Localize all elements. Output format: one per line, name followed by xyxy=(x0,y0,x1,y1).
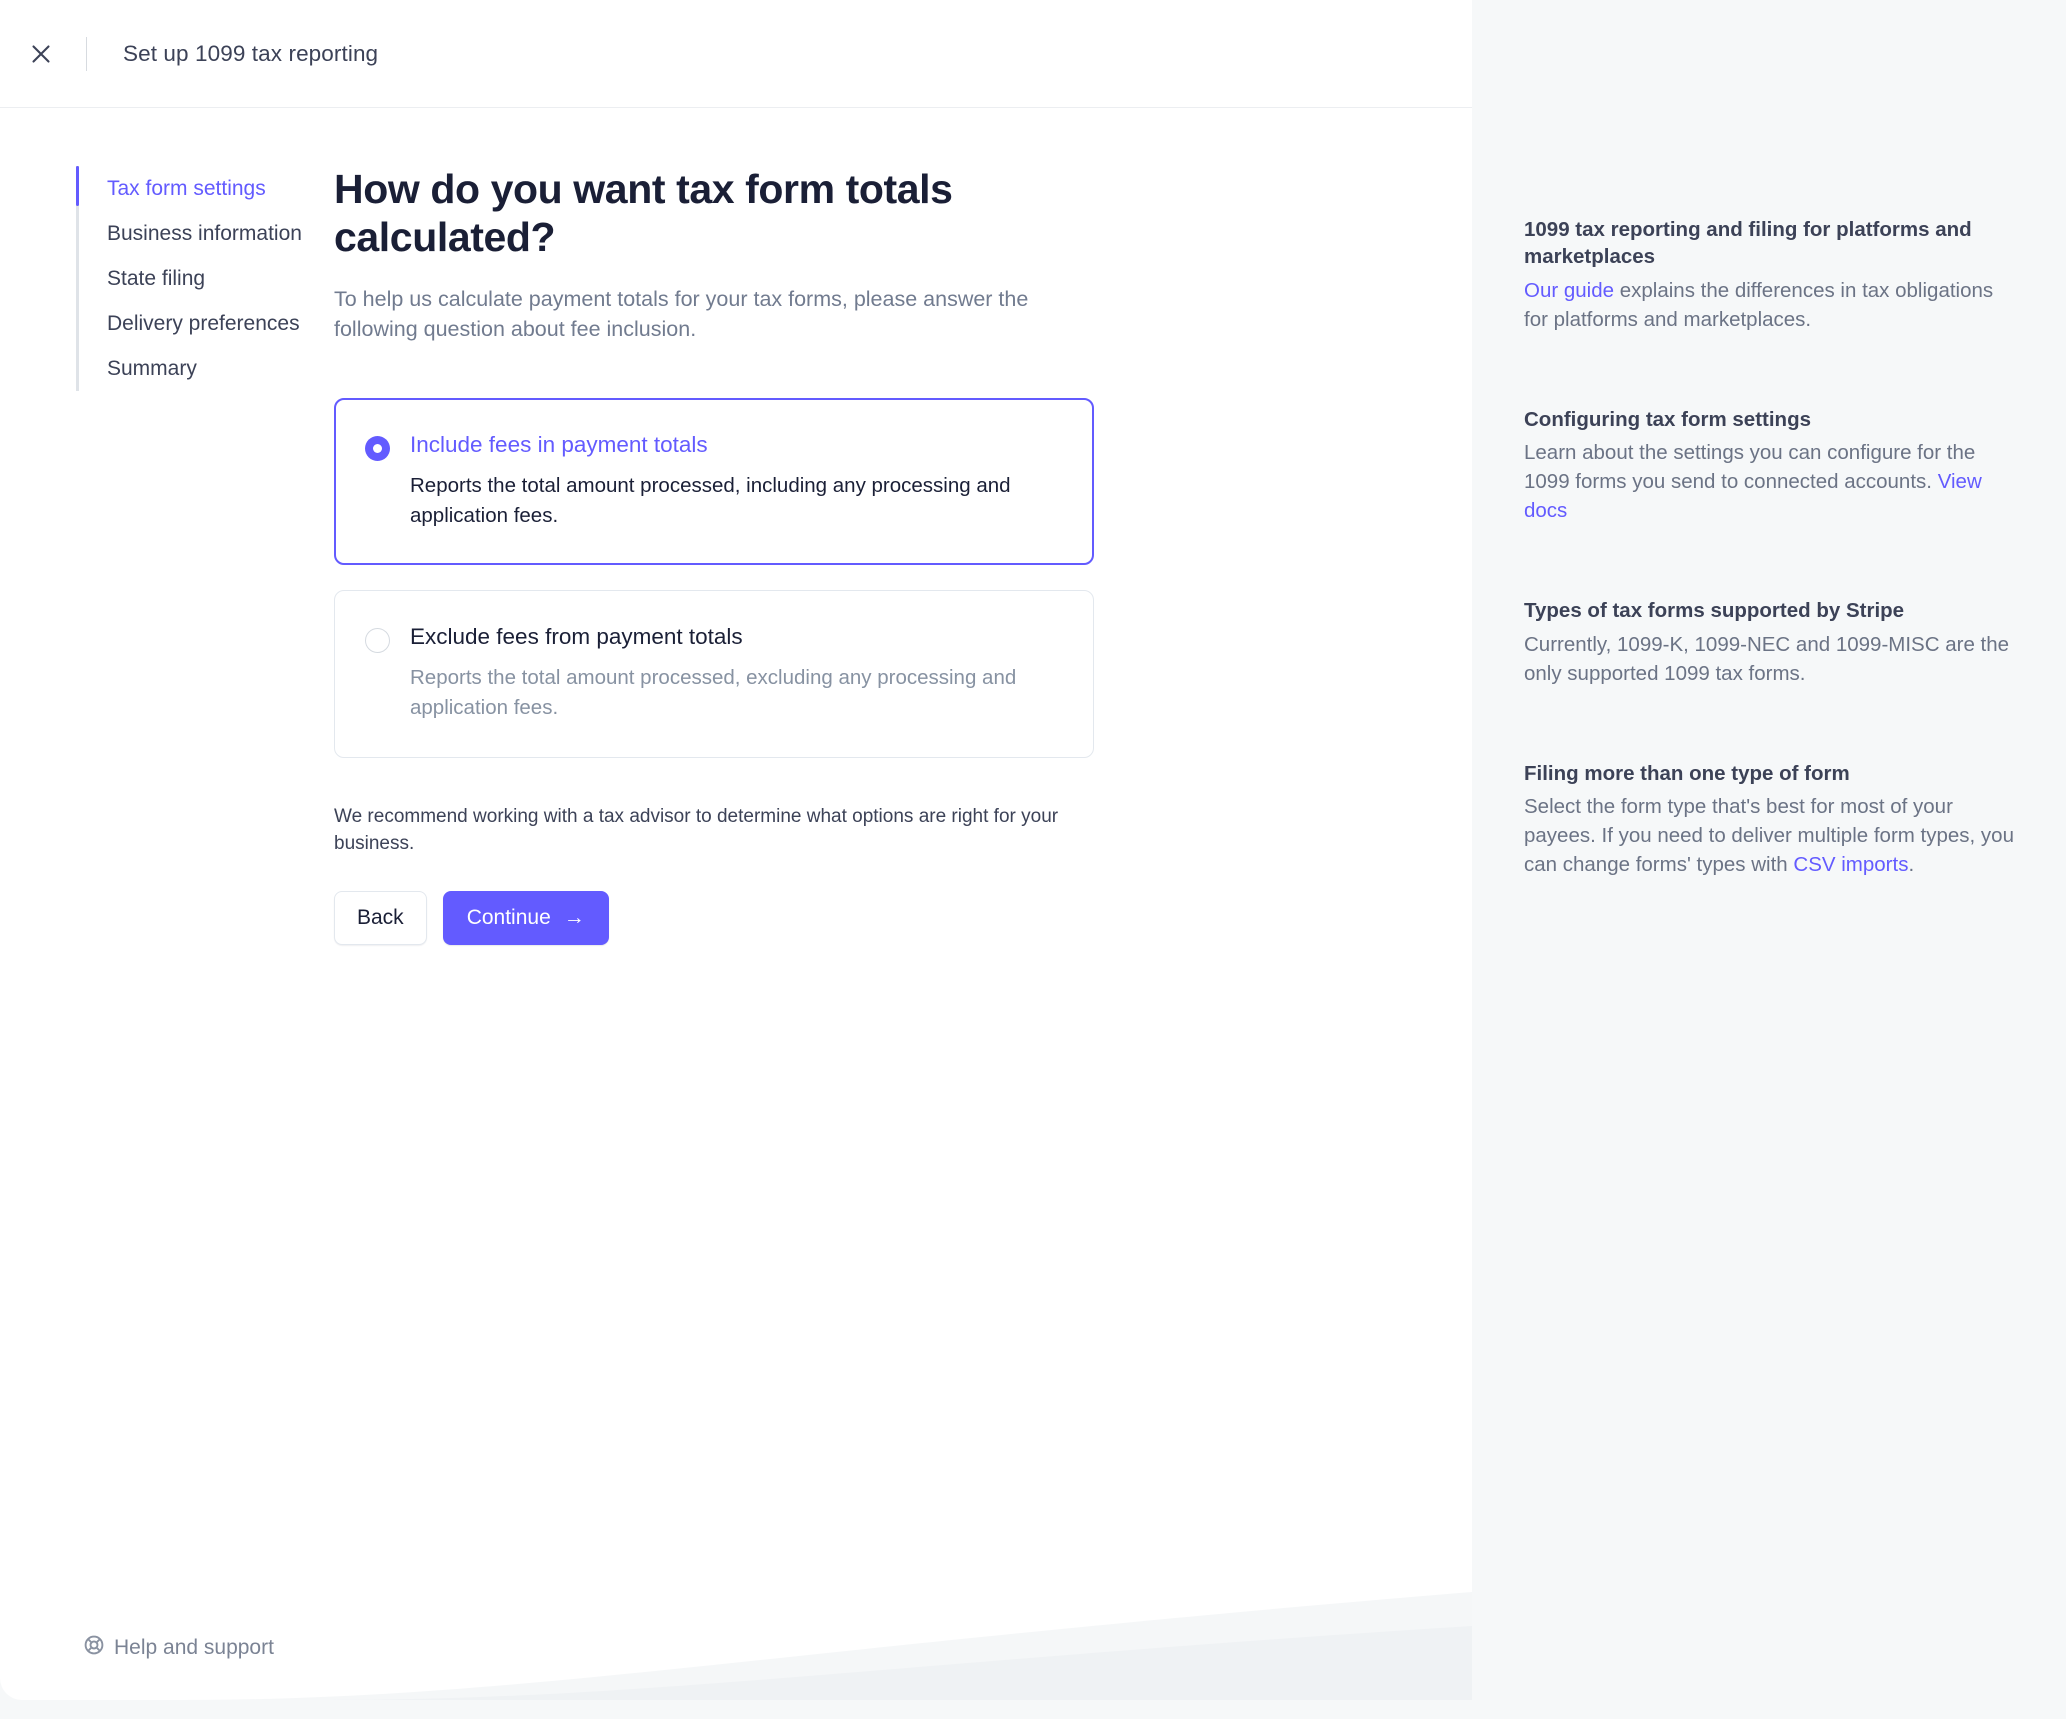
help-section-body-text-tail: . xyxy=(1908,853,1915,877)
help-section-tax-reporting: 1099 tax reporting and filing for platfo… xyxy=(1524,216,2014,334)
radio-include-fees[interactable] xyxy=(365,435,390,461)
app-root: 1099 tax reporting and filing for platfo… xyxy=(0,0,2066,1719)
header-divider xyxy=(86,36,87,71)
option-description: Reports the total amount processed, incl… xyxy=(410,473,1011,527)
help-section-heading: Configuring tax form settings xyxy=(1524,407,1811,431)
help-section-body-text: Learn about the settings you can configu… xyxy=(1524,440,1976,494)
modal-header: Set up 1099 tax reporting xyxy=(0,0,1472,108)
modal-panel: Set up 1099 tax reporting Tax form setti… xyxy=(0,0,1472,1700)
option-label: Exclude fees from payment totals xyxy=(410,624,743,650)
question-heading: How do you want tax form totals calculat… xyxy=(334,166,953,260)
step-list: Tax form settings Business information S… xyxy=(76,166,330,391)
sidebar-item-summary[interactable]: Summary xyxy=(107,346,330,391)
our-guide-link[interactable]: Our guide xyxy=(1524,279,1614,302)
sidebar-item-delivery-preferences[interactable]: Delivery preferences xyxy=(107,301,330,346)
help-section-body: Currently, 1099-K, 1099-NEC and 1099-MIS… xyxy=(1524,632,2010,685)
help-section-heading: Types of tax forms supported by Stripe xyxy=(1524,599,1905,623)
tax-advisor-note: We recommend working with a tax advisor … xyxy=(334,805,1059,854)
help-and-support-label: Help and support xyxy=(114,1635,274,1659)
continue-button-label: Continue xyxy=(466,905,551,929)
option-texts: Include fees in payment totals Reports t… xyxy=(410,431,1063,530)
sidebar-item-state-filing[interactable]: State filing xyxy=(107,256,330,301)
page-title: Set up 1099 tax reporting xyxy=(123,40,379,66)
continue-button[interactable]: Continue → xyxy=(442,890,609,945)
option-include-fees[interactable]: Include fees in payment totals Reports t… xyxy=(334,397,1094,566)
close-icon[interactable] xyxy=(24,37,58,71)
arrow-right-icon: → xyxy=(563,906,585,930)
help-section-heading: 1099 tax reporting and filing for platfo… xyxy=(1524,218,1972,269)
help-section-configuring-settings: Configuring tax form settings Learn abou… xyxy=(1524,406,2014,526)
option-row: Exclude fees from payment totals Reports… xyxy=(365,623,1063,722)
help-rail: 1099 tax reporting and filing for platfo… xyxy=(1472,0,2066,1719)
option-exclude-fees[interactable]: Exclude fees from payment totals Reports… xyxy=(334,590,1094,758)
main-content: How do you want tax form totals calculat… xyxy=(330,166,1130,945)
sidebar-item-business-information[interactable]: Business information xyxy=(107,211,330,256)
help-and-support-button[interactable]: Help and support xyxy=(84,1635,274,1660)
back-button[interactable]: Back xyxy=(334,890,427,945)
option-label: Include fees in payment totals xyxy=(410,431,708,457)
csv-imports-link[interactable]: CSV imports xyxy=(1793,853,1908,876)
modal-body: Tax form settings Business information S… xyxy=(0,108,1472,945)
option-row: Include fees in payment totals Reports t… xyxy=(365,431,1063,530)
question-subtitle: To help us calculate payment totals for … xyxy=(334,286,1029,342)
option-description: Reports the total amount processed, excl… xyxy=(410,666,1017,720)
option-texts: Exclude fees from payment totals Reports… xyxy=(410,623,1063,722)
fee-inclusion-radio-group: Include fees in payment totals Reports t… xyxy=(334,397,1130,758)
sidebar-item-tax-form-settings[interactable]: Tax form settings xyxy=(107,166,330,211)
help-section-multiple-form-types: Filing more than one type of form Select… xyxy=(1524,760,2014,880)
step-sidebar: Tax form settings Business information S… xyxy=(0,166,330,945)
radio-exclude-fees[interactable] xyxy=(365,628,390,654)
help-section-body: Select the form type that's best for mos… xyxy=(1524,792,2014,879)
panel-swoosh-graphic xyxy=(0,1530,1472,1700)
help-section-body: Our guide explains the differences in ta… xyxy=(1524,276,2014,334)
help-section-body: Learn about the settings you can configu… xyxy=(1524,438,2014,525)
help-section-supported-forms: Types of tax forms supported by Stripe C… xyxy=(1524,597,2014,687)
help-section-heading: Filing more than one type of form xyxy=(1524,761,1850,785)
life-ring-icon xyxy=(84,1635,104,1660)
form-actions: Back Continue → xyxy=(334,890,1130,945)
help-section-body-text: Select the form type that's best for mos… xyxy=(1524,795,2014,877)
